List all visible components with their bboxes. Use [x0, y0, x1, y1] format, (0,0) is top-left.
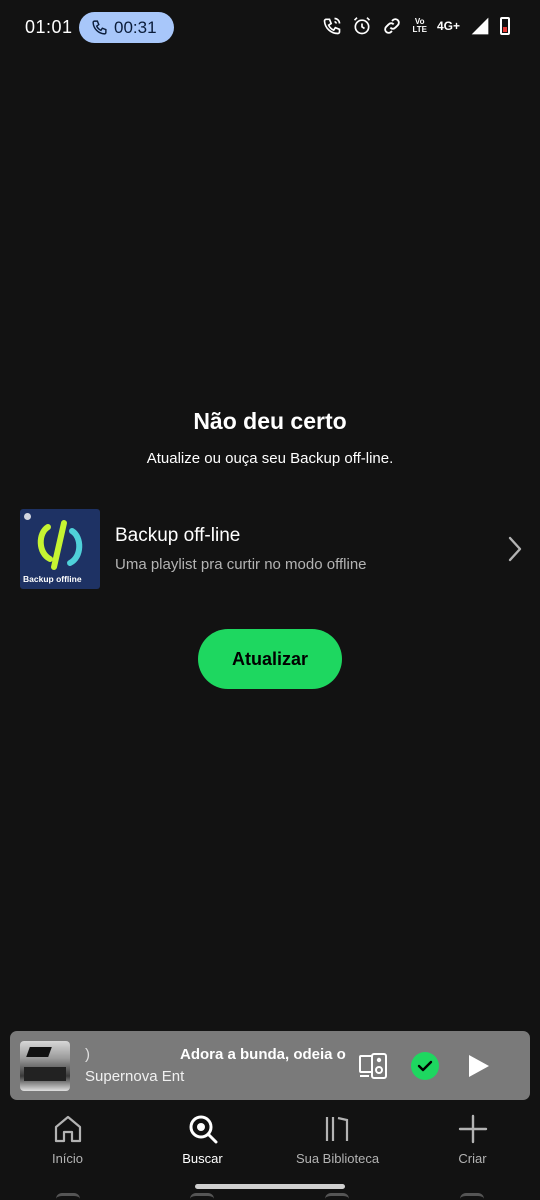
phone-icon	[92, 20, 107, 35]
nav-home[interactable]: Início	[0, 1105, 135, 1180]
call-timer: 00:31	[114, 17, 157, 37]
nav-label-home: Início	[51, 1151, 84, 1166]
liked-check-button[interactable]	[411, 1051, 439, 1080]
nav-search[interactable]: Buscar	[135, 1105, 270, 1180]
error-subtitle: Atualize ou ouça seu Backup off-line.	[146, 450, 394, 467]
playlist-title: Backup off-line	[115, 525, 241, 546]
ghost-mark	[460, 1193, 484, 1200]
bottom-nav: Início Buscar Sua Biblioteca Criar	[0, 1105, 540, 1180]
link-icon	[384, 18, 401, 34]
playlist-description: Uma playlist pra curtir no modo offline	[115, 556, 367, 573]
playlist-text: Backup off-line Uma playlist pra curtir …	[115, 525, 505, 573]
plus-icon	[458, 1114, 487, 1144]
offline-symbol-icon	[37, 520, 83, 570]
signal-icon	[471, 17, 489, 35]
previous-title-fragment: )	[85, 1046, 90, 1063]
now-playing-cover	[20, 1040, 70, 1091]
check-icon	[417, 1060, 433, 1071]
alarm-icon	[354, 17, 371, 35]
cover-label: Backup offline	[23, 574, 82, 584]
now-playing-title: Adora a bunda, odeia o	[180, 1046, 346, 1063]
now-playing-artist: Supernova Ent	[85, 1068, 185, 1085]
search-icon	[189, 1115, 217, 1144]
wifi-calling-icon	[324, 17, 341, 35]
play-icon[interactable]	[461, 1050, 493, 1082]
nav-label-library: Sua Biblioteca	[295, 1151, 380, 1166]
spotify-logo-icon	[24, 513, 31, 520]
chevron-right-icon	[508, 536, 522, 562]
status-time: 01:01	[25, 17, 73, 37]
connect-device-icon[interactable]	[357, 1050, 389, 1082]
gesture-handle[interactable]	[195, 1184, 345, 1189]
network-type: 4G+	[436, 19, 460, 33]
volte-bottom: LTE	[412, 25, 427, 34]
nav-library[interactable]: Sua Biblioteca	[270, 1105, 405, 1180]
library-icon	[325, 1116, 348, 1141]
playlist-cover: Backup offline	[20, 509, 100, 589]
ghost-mark	[325, 1193, 349, 1200]
update-button[interactable]: Atualizar	[198, 629, 342, 689]
ghost-mark	[56, 1193, 80, 1200]
home-icon	[54, 1115, 81, 1143]
nav-label-create: Criar	[458, 1151, 487, 1166]
status-bar: 01:01 00:31 Vo LTE 4G+	[0, 0, 540, 56]
ongoing-call-chip[interactable]: 00:31	[79, 12, 174, 43]
nav-create[interactable]: Criar	[405, 1105, 540, 1180]
screen: 01:01 00:31 Vo LTE 4G+ Não deu certo Atu…	[0, 0, 540, 1200]
nav-label-search: Buscar	[182, 1151, 223, 1166]
mini-player[interactable]: ) Adora a bunda, odeia o Supernova Ent	[10, 1031, 530, 1100]
battery-icon	[500, 17, 510, 35]
now-playing-info: ) Adora a bunda, odeia o Supernova Ent	[85, 1046, 353, 1085]
status-icons: Vo LTE 4G+	[322, 16, 510, 36]
underlying-nav-shadow	[0, 1193, 540, 1200]
volte-indicator: Vo LTE	[412, 18, 427, 34]
now-playing-title-line: ) Adora a bunda, odeia o	[85, 1046, 353, 1063]
ghost-mark	[190, 1193, 214, 1200]
mini-player-controls	[357, 1050, 493, 1082]
backup-playlist-row[interactable]: Backup offline Backup off-line Uma playl…	[20, 509, 525, 589]
error-title: Não deu certo	[193, 408, 347, 434]
